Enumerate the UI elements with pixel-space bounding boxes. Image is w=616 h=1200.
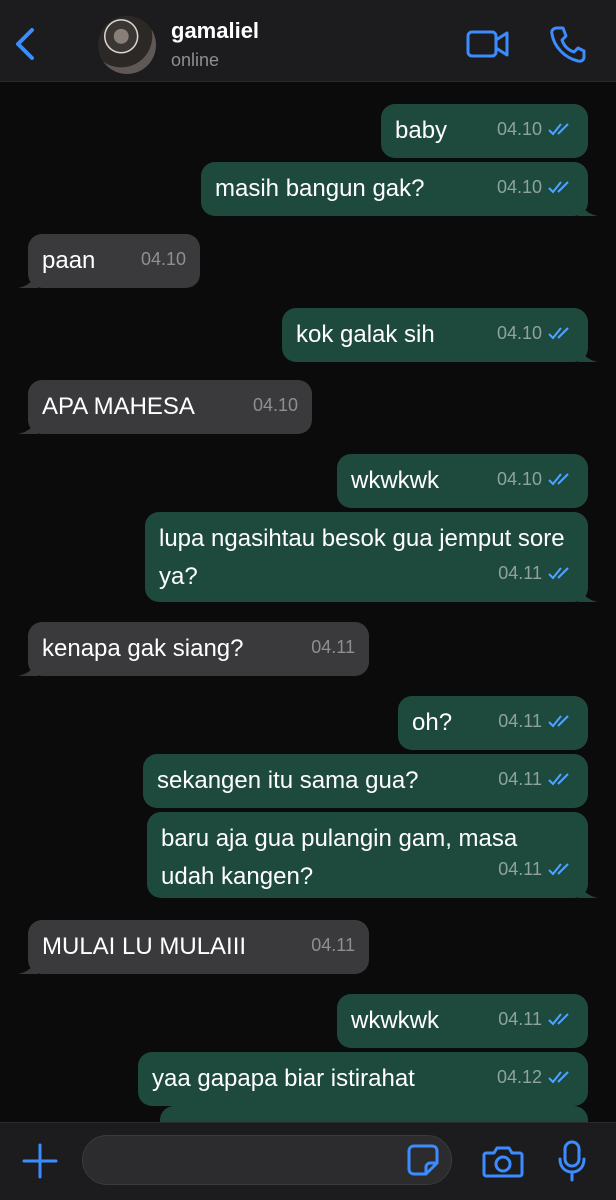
message-input[interactable] <box>82 1135 452 1185</box>
message-time: 04.11 <box>498 769 542 789</box>
message-time: 04.11 <box>311 935 355 955</box>
message-meta: 04.10 <box>141 240 186 278</box>
message-bubble-outgoing[interactable]: masih bangun gak? 04.10 <box>201 162 598 216</box>
message-bubble-incoming[interactable]: paan 04.10 <box>18 234 200 288</box>
message-bubble-outgoing[interactable]: oh? 04.11 <box>398 696 588 750</box>
message-bubble-outgoing-partial[interactable] <box>160 1106 588 1122</box>
message-bubble-incoming[interactable]: APA MAHESA 04.10 <box>18 380 312 434</box>
bubble-tail <box>578 582 598 602</box>
message-text: MULAI LU MULAIII <box>42 933 247 960</box>
message-time: 04.10 <box>496 119 542 139</box>
message-time: 04.10 <box>496 469 542 489</box>
bubble-tail <box>18 656 38 676</box>
message-meta: 04.10 <box>497 314 574 352</box>
read-ticks-icon <box>548 863 569 876</box>
camera-icon <box>482 1146 524 1178</box>
chevron-left-icon <box>16 28 34 60</box>
message-meta: 04.10 <box>253 386 298 424</box>
message-time: 04.11 <box>498 563 542 583</box>
message-bubble-incoming[interactable]: kenapa gak siang? 04.11 <box>18 622 369 676</box>
bubble-tail <box>578 878 598 898</box>
plus-icon <box>22 1143 58 1179</box>
message-time: 04.11 <box>498 711 542 731</box>
sticker-button[interactable] <box>406 1143 440 1177</box>
message-bubble-outgoing[interactable]: baby 04.10 <box>381 104 588 158</box>
read-ticks-icon <box>548 473 569 486</box>
message-bubble-outgoing[interactable]: yaa gapapa biar istirahat 04.12 <box>138 1052 588 1106</box>
message-time: 04.11 <box>498 1009 542 1029</box>
read-ticks-icon <box>548 327 569 340</box>
message-time: 04.11 <box>498 859 542 879</box>
bubble-tail <box>578 196 598 216</box>
message-time: 04.10 <box>496 177 542 197</box>
phone-icon <box>550 26 586 63</box>
read-ticks-icon <box>548 567 569 580</box>
message-time: 04.10 <box>252 395 298 415</box>
message-bubble-outgoing[interactable]: sekangen itu sama gua? 04.11 <box>143 754 588 808</box>
microphone-button[interactable] <box>556 1139 588 1183</box>
message-time: 04.11 <box>311 637 355 657</box>
message-meta: 04.11 <box>498 760 574 798</box>
message-bubble-outgoing[interactable]: wkwkwk 04.10 <box>337 454 588 508</box>
read-ticks-icon <box>548 1071 569 1084</box>
message-meta: 04.11 <box>498 554 574 592</box>
message-list[interactable]: baby 04.10 masih bangun gak? 04.10 paan … <box>0 82 616 1122</box>
message-bubble-incoming[interactable]: MULAI LU MULAIII 04.11 <box>18 920 369 974</box>
message-bubble-outgoing[interactable]: kok galak sih 04.10 <box>282 308 598 362</box>
message-meta: 04.12 <box>497 1058 574 1096</box>
contact-avatar[interactable] <box>98 16 156 74</box>
message-meta: 04.11 <box>498 702 574 740</box>
message-time: 04.12 <box>496 1067 542 1087</box>
message-time: 04.10 <box>140 249 186 269</box>
message-bubble-outgoing[interactable]: wkwkwk 04.11 <box>337 994 588 1048</box>
contact-name[interactable]: gamaliel <box>171 18 259 44</box>
message-meta: 04.11 <box>498 850 574 888</box>
read-ticks-icon <box>548 123 569 136</box>
back-button[interactable] <box>10 24 40 64</box>
message-meta: 04.10 <box>497 110 574 148</box>
camera-button[interactable] <box>482 1143 524 1179</box>
read-ticks-icon <box>548 773 569 786</box>
message-text: kenapa gak siang? <box>42 635 244 662</box>
video-call-button[interactable] <box>466 26 510 62</box>
video-camera-icon <box>466 30 509 58</box>
contact-status: online <box>171 50 220 70</box>
voice-call-button[interactable] <box>548 24 586 64</box>
message-bubble-outgoing[interactable]: lupa ngasihtau besok gua jemput sore ya?… <box>145 512 598 602</box>
attach-button[interactable] <box>20 1141 60 1181</box>
bubble-tail <box>18 954 38 974</box>
bubble-tail <box>18 414 38 434</box>
sticker-icon <box>407 1144 439 1176</box>
message-meta: 04.11 <box>311 628 355 666</box>
message-time: 04.10 <box>496 323 542 343</box>
microphone-icon <box>558 1140 586 1182</box>
message-bubble-outgoing[interactable]: baru aja gua pulangin gam, masa udah kan… <box>147 812 598 898</box>
message-meta: 04.10 <box>497 460 574 498</box>
chat-header: gamaliel online <box>0 0 616 82</box>
bubble-tail <box>18 268 38 288</box>
message-meta: 04.11 <box>311 926 355 964</box>
message-meta: 04.10 <box>497 168 574 206</box>
read-ticks-icon <box>548 1013 569 1026</box>
read-ticks-icon <box>548 715 569 728</box>
message-input-bar <box>0 1122 616 1200</box>
read-ticks-icon <box>548 181 569 194</box>
bubble-tail <box>578 342 598 362</box>
message-meta: 04.11 <box>498 1000 574 1038</box>
